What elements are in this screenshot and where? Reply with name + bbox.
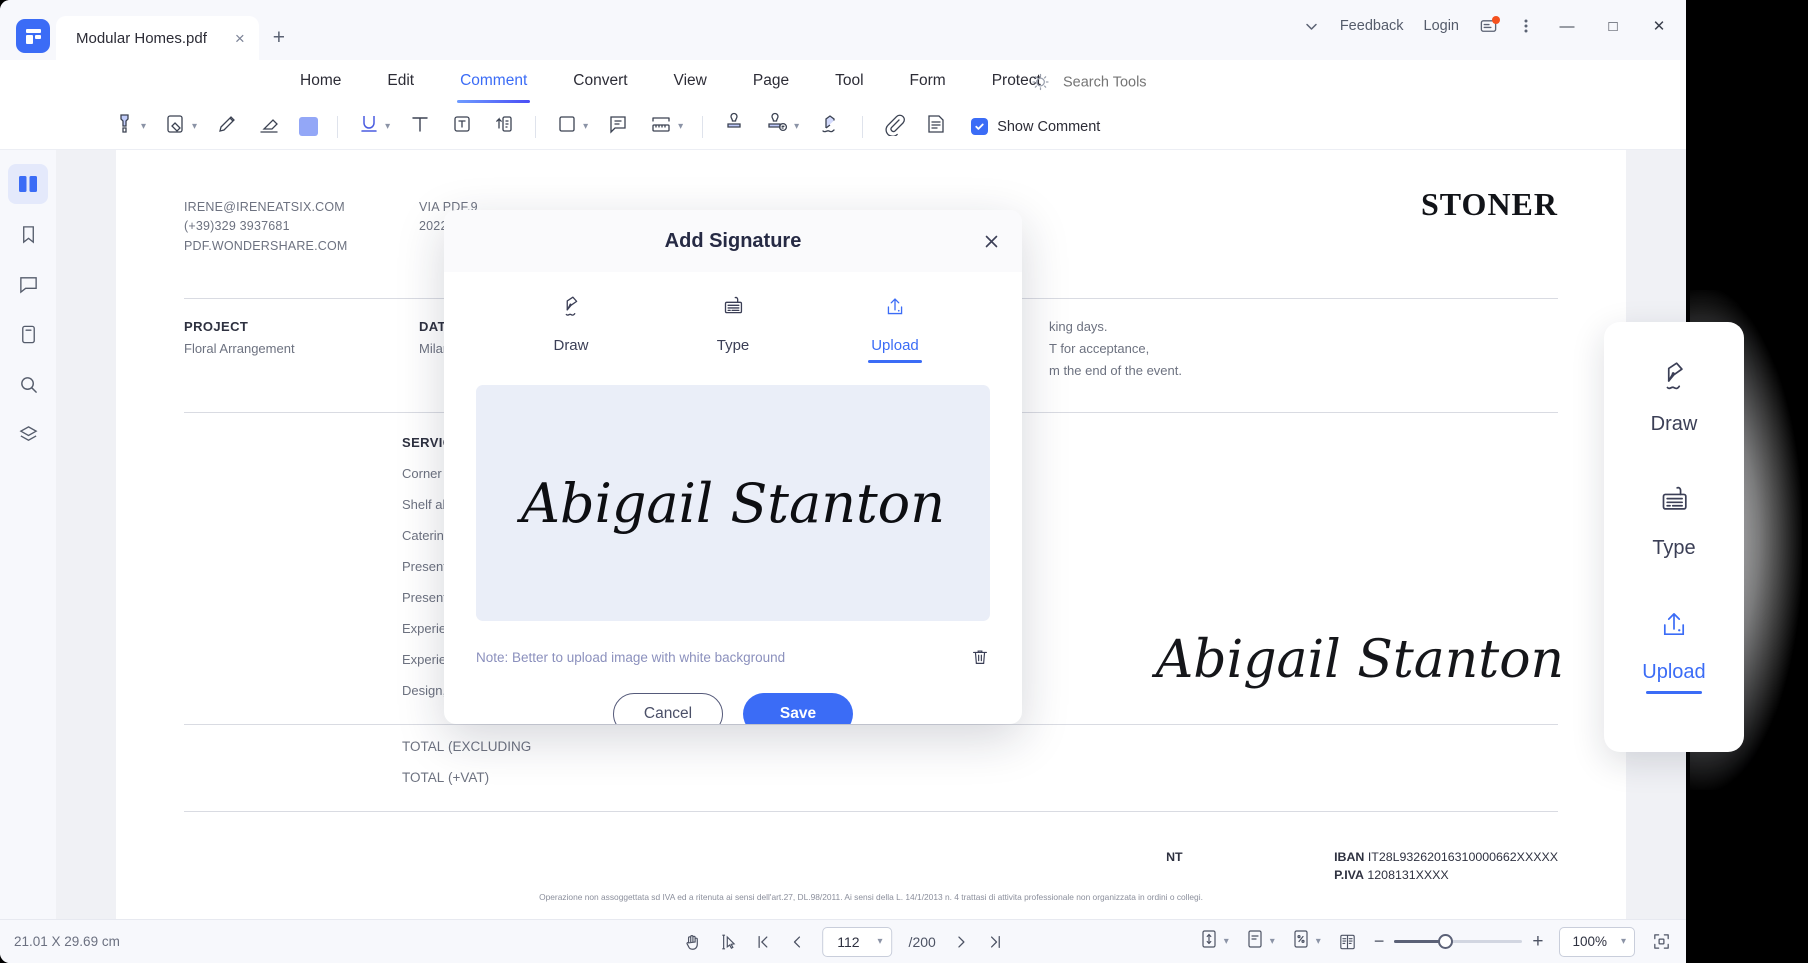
page-navigation: 112 ▾ /200: [682, 927, 1004, 957]
signature-preview-area[interactable]: Abigail Stanton: [476, 385, 990, 621]
tab-draw-label: Draw: [553, 337, 588, 354]
add-signature-dialog: Add Signature: [444, 210, 1022, 724]
zoom-out-button[interactable]: −: [1374, 931, 1385, 952]
tab-draw[interactable]: Draw: [522, 292, 620, 363]
float-item-upload-label: Upload: [1642, 661, 1705, 684]
keyboard-type-icon: [1653, 480, 1695, 527]
zoom-level-selector[interactable]: 100% ▾: [1559, 927, 1635, 957]
zoom-slider-control[interactable]: − +: [1374, 931, 1544, 953]
zoom-slider-fill: [1394, 940, 1444, 943]
pen-draw-icon: [1653, 356, 1695, 403]
dialog-title: Add Signature: [665, 230, 802, 253]
last-page-icon[interactable]: [986, 933, 1004, 951]
zoom-mode-control[interactable]: ▾: [1291, 928, 1321, 955]
zoom-level-value: 100%: [1572, 934, 1607, 949]
float-item-draw-label: Draw: [1651, 413, 1698, 436]
signature-mode-tabs: Draw Type: [444, 272, 1022, 363]
modal-overlay: Add Signature: [0, 0, 1686, 963]
fit-height-icon: [1199, 928, 1219, 955]
upload-icon: [1653, 604, 1695, 651]
keyboard-type-icon: [718, 292, 748, 327]
chevron-down-icon[interactable]: ▾: [1224, 936, 1229, 947]
application-window: Modular Homes.pdf × + Feedback Login: [0, 0, 1686, 963]
zoom-in-button[interactable]: +: [1532, 931, 1543, 953]
float-item-upload[interactable]: Upload: [1642, 604, 1705, 692]
tab-upload-label: Upload: [871, 337, 919, 354]
tab-type[interactable]: Type: [684, 292, 782, 363]
chevron-down-icon[interactable]: ▾: [1270, 936, 1275, 947]
page-layout-control[interactable]: ▾: [1245, 928, 1275, 955]
page-dimensions: 21.01 X 29.69 cm: [14, 934, 120, 949]
status-bar: 21.01 X 29.69 cm: [0, 919, 1686, 963]
first-page-icon[interactable]: [754, 933, 772, 951]
page-fit-control[interactable]: ▾: [1199, 928, 1229, 955]
save-button[interactable]: Save: [743, 693, 853, 724]
chevron-down-icon[interactable]: ▾: [1316, 936, 1321, 947]
float-item-type[interactable]: Type: [1652, 480, 1695, 568]
signature-preview-text: Abigail Stanton: [521, 472, 945, 535]
current-page-value: 112: [837, 934, 859, 950]
chevron-down-icon[interactable]: ▾: [1621, 936, 1626, 947]
view-controls: ▾ ▾ ▾: [1199, 927, 1672, 957]
next-page-icon[interactable]: [952, 933, 970, 951]
float-item-type-label: Type: [1652, 537, 1695, 560]
pen-draw-icon: [556, 292, 586, 327]
upload-icon: [880, 292, 910, 327]
trash-icon[interactable]: [970, 647, 990, 667]
tab-upload[interactable]: Upload: [846, 292, 944, 363]
total-pages-label: /200: [909, 934, 936, 950]
fit-page-icon[interactable]: [1651, 931, 1672, 952]
zoom-percent-icon: [1291, 928, 1311, 955]
dialog-header: Add Signature: [444, 210, 1022, 272]
close-dialog-icon[interactable]: [978, 228, 1004, 254]
previous-page-icon[interactable]: [788, 933, 806, 951]
zoom-slider-knob[interactable]: [1438, 934, 1453, 949]
page-number-selector[interactable]: 112 ▾: [822, 927, 892, 957]
float-item-draw[interactable]: Draw: [1651, 356, 1698, 444]
dialog-note-row: Note: Better to upload image with white …: [476, 647, 990, 667]
hand-tool-icon[interactable]: [682, 932, 702, 952]
page-layout-icon: [1245, 928, 1265, 955]
two-page-view-icon[interactable]: [1337, 931, 1358, 953]
chevron-down-icon[interactable]: ▾: [878, 936, 883, 947]
upload-note: Note: Better to upload image with white …: [476, 650, 785, 665]
cancel-button[interactable]: Cancel: [613, 693, 723, 724]
zoom-slider-track[interactable]: [1394, 940, 1522, 943]
dialog-actions: Cancel Save: [444, 693, 1022, 724]
tab-type-label: Type: [717, 337, 750, 354]
select-tool-icon[interactable]: [718, 932, 738, 952]
signature-floating-panel: Draw Type Upload: [1604, 322, 1744, 752]
